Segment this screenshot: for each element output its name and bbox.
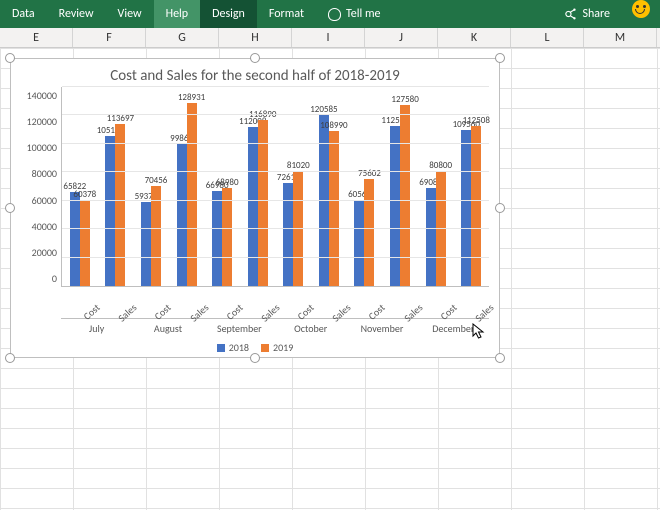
tab-format[interactable]: Format (257, 0, 316, 28)
bar[interactable]: 75602 (364, 179, 374, 286)
col-header[interactable]: H (219, 28, 292, 47)
feedback-smiley-icon[interactable] (632, 0, 650, 18)
col-header[interactable]: L (511, 28, 584, 47)
y-tick: 40000 (17, 220, 57, 233)
bar[interactable]: 116890 (258, 120, 268, 286)
share-button[interactable]: Share (553, 0, 622, 28)
y-tick: 80000 (17, 167, 57, 180)
bar[interactable]: 99862 (177, 144, 187, 286)
bar[interactable]: 113697 (115, 124, 125, 286)
resize-handle[interactable] (495, 203, 505, 213)
bar[interactable]: 68980 (222, 188, 232, 286)
data-label: 81020 (287, 160, 310, 171)
chart-title[interactable]: Cost and Sales for the second half of 20… (11, 59, 499, 87)
bar[interactable]: 112508 (471, 126, 481, 286)
bar[interactable]: 105189 (105, 136, 115, 286)
share-icon (565, 8, 577, 20)
y-tick: 120000 (17, 115, 57, 128)
tab-review[interactable]: Review (47, 0, 106, 28)
share-label: Share (582, 7, 610, 21)
data-label: 128931 (178, 92, 205, 103)
bar[interactable]: 127580 (400, 105, 410, 286)
bar[interactable]: 60560 (354, 200, 364, 286)
plot-area[interactable]: 6582260378105189113697593787045699862128… (61, 87, 489, 287)
data-label: 80800 (429, 160, 452, 171)
data-label: 120585 (310, 104, 337, 115)
legend-swatch-icon (217, 344, 225, 352)
bar[interactable]: 70456 (151, 186, 161, 286)
data-label: 108990 (320, 120, 347, 131)
bar[interactable]: 65822 (70, 192, 80, 286)
resize-handle[interactable] (5, 203, 15, 213)
y-tick: 60000 (17, 194, 57, 207)
data-label: 60378 (73, 189, 96, 200)
y-axis: 140000 120000 100000 80000 60000 40000 20000 0 (17, 87, 61, 287)
resize-handle[interactable] (495, 353, 505, 363)
bar[interactable]: 109560 (461, 130, 471, 286)
tell-me[interactable]: Tell me (316, 0, 393, 28)
resize-handle[interactable] (5, 53, 15, 63)
column-headers: E F G H I J K L M (0, 28, 660, 48)
col-header[interactable]: F (73, 28, 146, 47)
bar[interactable]: 108990 (329, 131, 339, 286)
lightbulb-icon (328, 8, 341, 21)
bar[interactable]: 72610 (283, 183, 293, 286)
bar[interactable]: 112008 (248, 127, 258, 286)
resize-handle[interactable] (495, 53, 505, 63)
col-header[interactable]: G (146, 28, 219, 47)
bar[interactable]: 128931 (187, 103, 197, 286)
chart-object[interactable]: Cost and Sales for the second half of 20… (10, 58, 500, 358)
col-header[interactable]: M (584, 28, 657, 47)
x-axis-months: JulyAugustSeptemberOctoberNovemberDecemb… (11, 318, 499, 335)
resize-handle[interactable] (250, 353, 260, 363)
tell-me-label: Tell me (346, 7, 381, 21)
bar[interactable]: 112526 (390, 126, 400, 286)
col-header[interactable]: I (292, 28, 365, 47)
bar[interactable]: 69085 (426, 188, 436, 286)
data-label: 127580 (391, 94, 418, 105)
tab-data[interactable]: Data (0, 0, 47, 28)
data-label: 68980 (216, 177, 239, 188)
legend-swatch-icon (261, 344, 269, 352)
tab-design[interactable]: Design (200, 0, 257, 28)
data-label: 70456 (145, 175, 168, 186)
bar[interactable]: 59378 (141, 202, 151, 286)
bar[interactable]: 60378 (80, 200, 90, 286)
y-tick: 140000 (17, 89, 57, 102)
col-header[interactable]: K (438, 28, 511, 47)
x-axis-subcategories: CostSalesCostSalesCostSalesCostSalesCost… (11, 287, 499, 300)
col-header[interactable]: E (0, 28, 73, 47)
tab-help[interactable]: Help (154, 0, 201, 28)
legend-item[interactable]: 2019 (261, 341, 293, 354)
col-header[interactable]: J (365, 28, 438, 47)
legend-item[interactable]: 2018 (217, 341, 249, 354)
tab-view[interactable]: View (106, 0, 154, 28)
y-tick: 100000 (17, 141, 57, 154)
data-label: 112508 (463, 115, 490, 126)
data-label: 75602 (358, 168, 381, 179)
y-tick: 20000 (17, 246, 57, 259)
resize-handle[interactable] (250, 53, 260, 63)
bar[interactable]: 66980 (212, 191, 222, 286)
ribbon: Data Review View Help Design Format Tell… (0, 0, 660, 28)
resize-handle[interactable] (5, 353, 15, 363)
worksheet-grid[interactable]: Cost and Sales for the second half of 20… (0, 48, 660, 510)
y-tick: 0 (17, 272, 57, 285)
